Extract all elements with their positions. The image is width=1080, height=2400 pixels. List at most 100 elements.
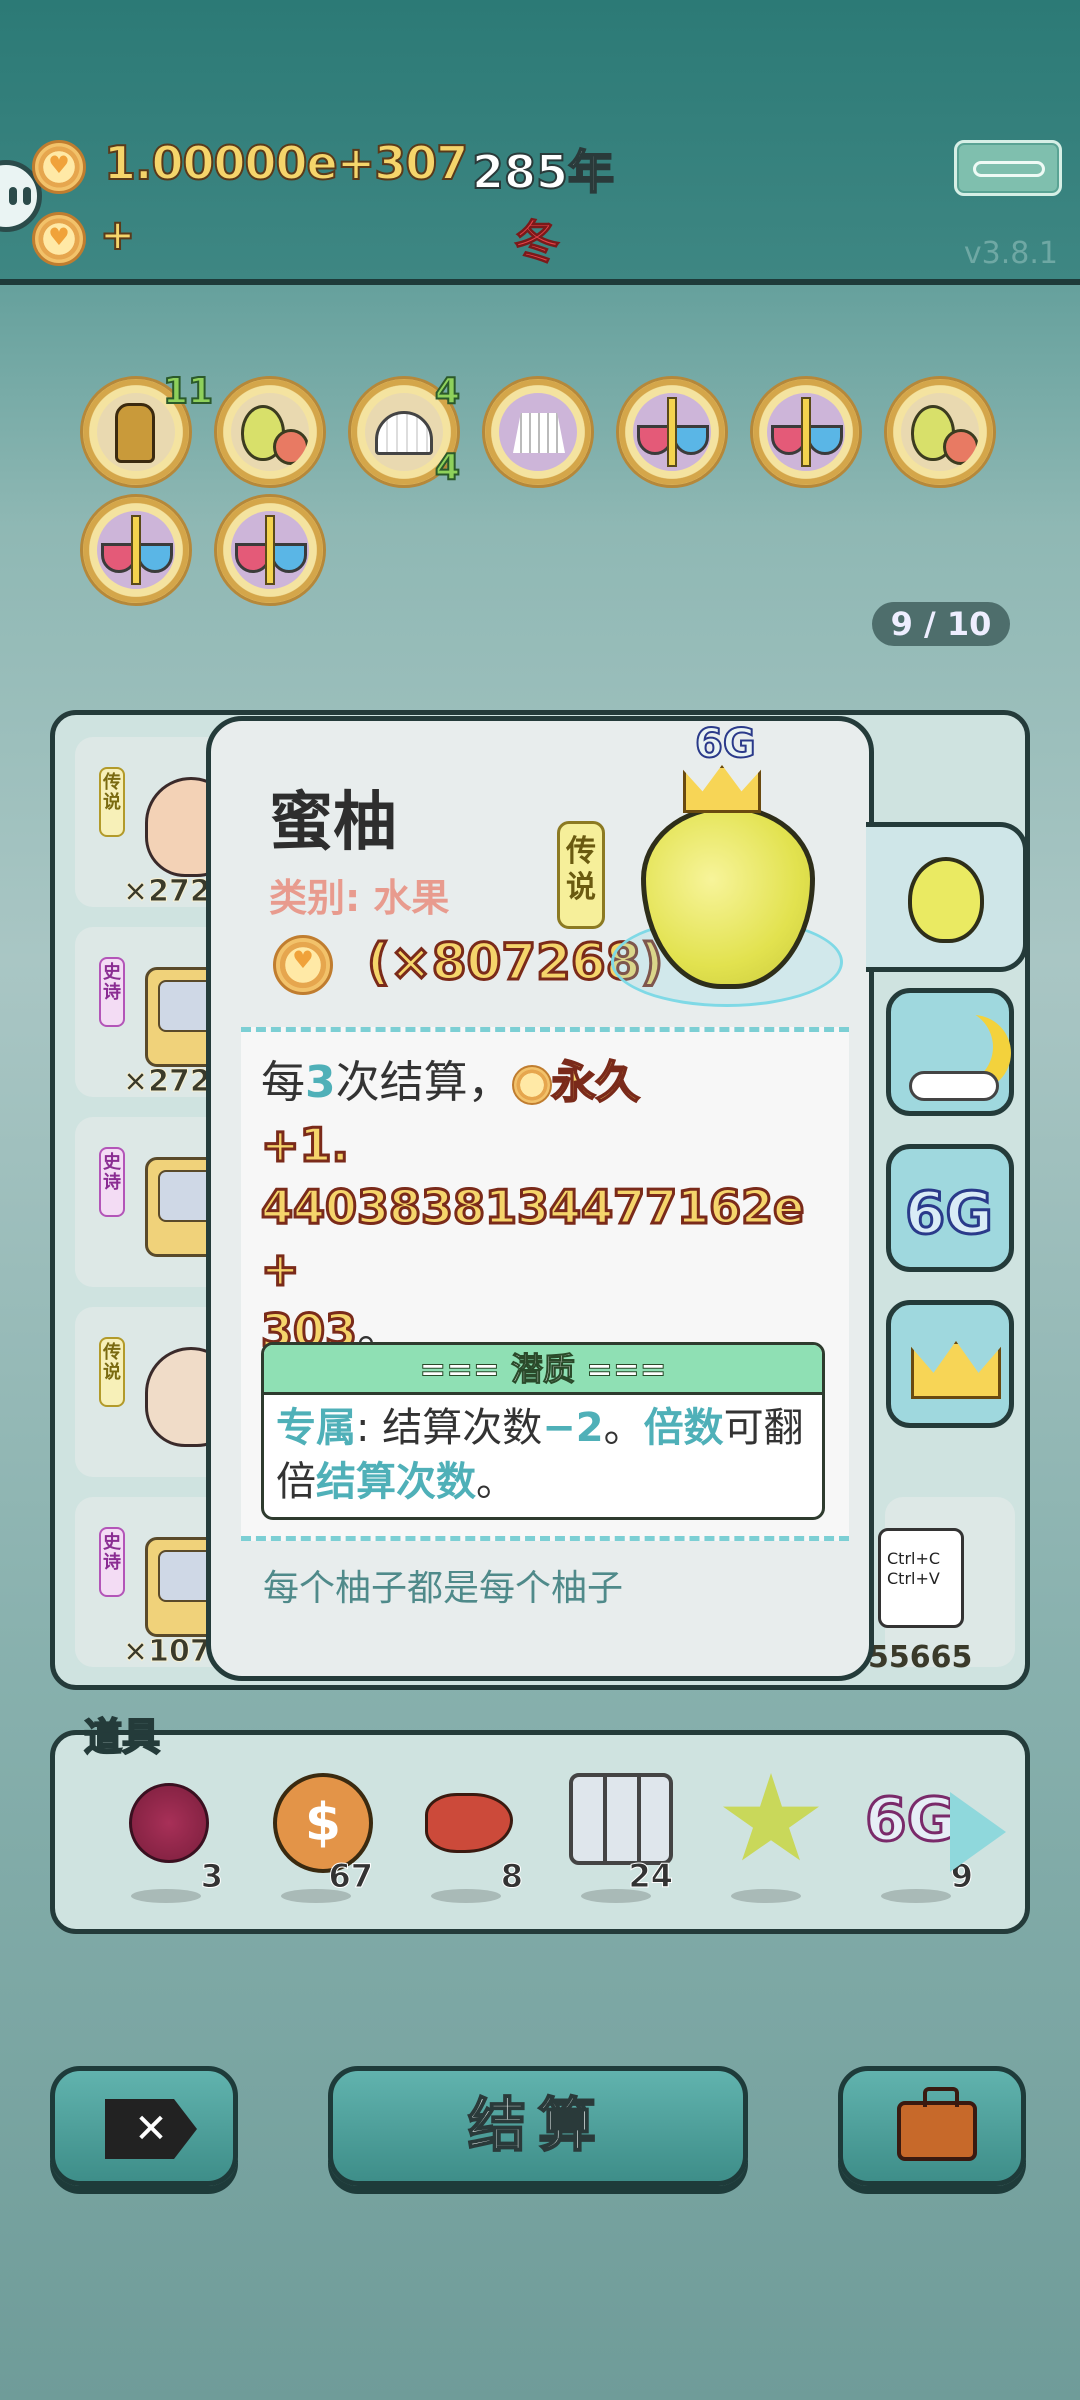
- settle-interval: 3: [305, 1057, 336, 1108]
- desc-text: 每: [261, 1057, 305, 1108]
- badge-pomelo[interactable]: [884, 376, 996, 488]
- bowl-icon: [137, 543, 173, 573]
- page-indicator: 9 / 10: [872, 602, 1010, 646]
- bowl-icon: [271, 543, 307, 573]
- trait-keyword: 倍数: [643, 1405, 724, 1451]
- tab-pomelo[interactable]: [866, 822, 1028, 972]
- trait-text-part: 。: [476, 1459, 516, 1505]
- key-icon: [973, 161, 1045, 177]
- flavor-text: 每个柚子都是每个柚子: [263, 1568, 624, 1609]
- money-amount: 1.00000e+307: [103, 135, 469, 191]
- star-icon: [723, 1773, 819, 1861]
- card-multiplier: ×107: [123, 1634, 212, 1670]
- rarity-tag: 史诗: [99, 957, 125, 1027]
- bowl-icon: [673, 425, 709, 455]
- trait-text: 专属: 结算次数−2。倍数可翻倍结算次数。: [264, 1395, 822, 1515]
- item-shadow: [731, 1889, 801, 1903]
- item-slot-machine[interactable]: 24: [559, 1769, 679, 1909]
- effect-value: +1. 4403838134477162e+ 303。: [259, 1114, 841, 1362]
- badge-bowls[interactable]: [214, 494, 326, 606]
- arrow-up-icon: [801, 397, 811, 467]
- skirt-icon: [513, 413, 565, 453]
- item-title: 蜜柚: [269, 786, 397, 860]
- trait-keyword: −2: [542, 1405, 604, 1451]
- desc-text: 次结算，: [335, 1057, 512, 1108]
- ctrl-v-label: Ctrl+V: [887, 1569, 940, 1588]
- top-status-bar: 1.00000e+307 + 285年 冬 v3.8.1: [0, 0, 1080, 285]
- badge-shell[interactable]: 4 4: [348, 370, 461, 489]
- heart-coin-icon: [511, 1065, 552, 1105]
- season-label: 冬: [514, 215, 561, 270]
- arrow-up-icon: [131, 515, 141, 585]
- trait-keyword: 结算次数: [316, 1459, 476, 1505]
- rarity-tag: 传说: [99, 767, 125, 837]
- crown-icon: [683, 765, 761, 813]
- 6g-icon: 6G: [864, 1784, 958, 1857]
- money-income: +: [99, 209, 136, 260]
- settle-button[interactable]: 结算: [328, 2066, 748, 2186]
- badge-count: 11: [162, 370, 214, 413]
- pomelo-half-icon: [273, 429, 309, 465]
- rarity-badge: 传说: [557, 821, 605, 929]
- briefcase-icon: [897, 2087, 977, 2161]
- description-box: 每3次结算， 永久 +1. 4403838134477162e+ 303。 ===…: [241, 1027, 849, 1541]
- heart-coin-icon: [32, 140, 86, 194]
- bowl-icon: [807, 425, 843, 455]
- inventory-button[interactable]: [838, 2066, 1026, 2186]
- item-lychee[interactable]: 3: [109, 1769, 229, 1909]
- version-label: v3.8.1: [963, 236, 1058, 271]
- badge-skirt[interactable]: [482, 376, 594, 488]
- rarity-tag: 史诗: [99, 1147, 125, 1217]
- pomelo-half-icon: [943, 429, 979, 465]
- heart-coin-icon: [32, 212, 86, 266]
- item-shadow: [131, 1889, 201, 1903]
- 6g-badge: 6G: [694, 720, 757, 768]
- trait-title: === 潜质 ===: [264, 1345, 822, 1395]
- close-button[interactable]: ✕: [50, 2066, 238, 2186]
- year-counter: 285年: [471, 144, 615, 200]
- trait-box: === 潜质 === 专属: 结算次数−2。倍数可翻倍结算次数。: [261, 1342, 825, 1520]
- tab-crown[interactable]: [886, 1300, 1014, 1428]
- item-qty: 3: [200, 1857, 223, 1896]
- badge-bowls[interactable]: [80, 494, 192, 606]
- effect-value-line: 4403838134477162e+: [260, 1179, 806, 1298]
- tab-moon[interactable]: [886, 988, 1014, 1116]
- badge-bowls[interactable]: [750, 376, 862, 488]
- item-star[interactable]: [709, 1769, 829, 1909]
- trait-text-part: 。: [603, 1405, 644, 1451]
- trait-keyword: 专属: [276, 1405, 356, 1451]
- item-dollar[interactable]: $67: [259, 1769, 379, 1909]
- rarity-tag: 传说: [99, 1337, 125, 1407]
- effect-value-line: +1.: [260, 1117, 351, 1174]
- pomelo-icon: [908, 857, 984, 943]
- copy-paste-card-icon: Ctrl+C Ctrl+V: [878, 1528, 964, 1628]
- item-shadow: [881, 1889, 951, 1903]
- cloud-icon: [909, 1071, 999, 1101]
- slot-machine-icon: [569, 1773, 673, 1865]
- heart-coin-icon: [273, 935, 333, 995]
- item-qty: 67: [328, 1857, 374, 1896]
- item-category: 类别: 水果: [269, 876, 450, 920]
- permanent-label: 永久: [551, 1056, 641, 1109]
- effect-text: 每3次结算， 永久: [261, 1052, 831, 1114]
- arrow-up-icon: [265, 515, 275, 585]
- badge-count: 4: [434, 370, 461, 413]
- close-icon: ✕: [105, 2099, 197, 2159]
- tab-6g[interactable]: 6G: [886, 1144, 1014, 1272]
- item-qty: 24: [628, 1857, 674, 1896]
- trait-text-part: : 结算次数: [356, 1405, 543, 1451]
- items-bar: 3 $67 8 24 6G 9: [50, 1730, 1030, 1934]
- ctrl-c-label: Ctrl+C: [887, 1549, 941, 1568]
- crown-icon: [911, 1341, 1001, 1399]
- liver-icon: [425, 1793, 513, 1853]
- badge-pomelo[interactable]: [214, 376, 326, 488]
- item-qty: 8: [500, 1857, 523, 1896]
- arrow-up-icon: [667, 397, 677, 467]
- key-button[interactable]: [954, 140, 1062, 196]
- item-liver[interactable]: 8: [409, 1769, 529, 1909]
- badge-bowls[interactable]: [616, 376, 728, 488]
- badge-cat[interactable]: 11: [80, 370, 214, 488]
- item-detail-popup: 蜜柚 类别: 水果 传说 (×807268) 6G 每3次结算，永久 +1. 4…: [206, 716, 874, 1681]
- badge-count: 4: [434, 446, 461, 489]
- items-label: 道具: [83, 1714, 161, 1760]
